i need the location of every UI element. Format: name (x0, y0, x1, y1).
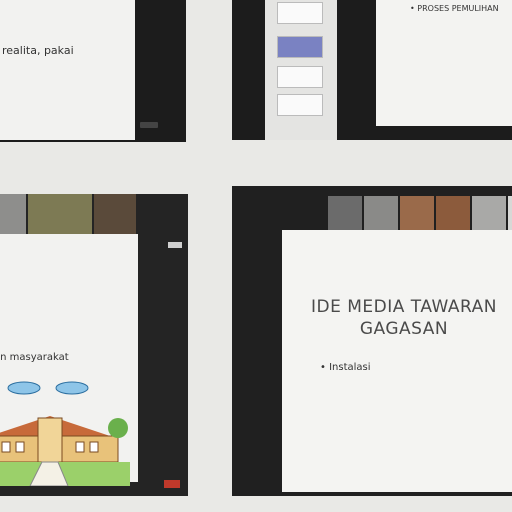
stop-button[interactable] (164, 480, 180, 488)
slide-title: IDE MEDIA TAWARAN GAGASAN (304, 296, 504, 340)
slide-bullet: • Instalasi (320, 362, 371, 373)
slide-bullet: • PROSES PEMULIHAN (410, 4, 499, 13)
meeting-tile-1[interactable]: realita, pakai (0, 0, 186, 142)
meeting-tile-3[interactable]: an masyarakat (0, 194, 188, 496)
video-thumbnail[interactable] (508, 196, 512, 230)
video-thumbnail[interactable] (364, 196, 398, 230)
label-badge (168, 242, 182, 248)
slide-text: an masyarakat (0, 352, 69, 363)
slide-thumbnail[interactable] (277, 2, 323, 24)
slide-title-line1: IDE MEDIA TAWARAN (310, 297, 498, 317)
slide-title-line2: GAGASAN (359, 319, 449, 339)
slide-thumbnail[interactable] (277, 94, 323, 116)
meeting-tile-2[interactable]: • PROSES PEMULIHAN (232, 0, 512, 140)
shared-slide: IDE MEDIA TAWARAN GAGASAN • Instalasi (282, 230, 512, 492)
meeting-tile-4[interactable]: IDE MEDIA TAWARAN GAGASAN • Instalasi (232, 186, 512, 496)
shared-slide: realita, pakai (0, 0, 135, 140)
shared-slide: • PROSES PEMULIHAN (376, 0, 512, 126)
slide-text: realita, pakai (2, 44, 74, 57)
video-thumbnail[interactable] (472, 196, 506, 230)
drawing-illustration (0, 381, 130, 486)
slide-thumbnail[interactable] (277, 36, 323, 58)
slide-thumbnail[interactable] (277, 66, 323, 88)
participant-tag (140, 122, 158, 128)
video-thumbnail[interactable] (328, 196, 362, 230)
video-thumbnail[interactable] (400, 196, 434, 230)
slide-thumbnail-panel[interactable] (265, 0, 337, 140)
video-thumbnail[interactable] (436, 196, 470, 230)
